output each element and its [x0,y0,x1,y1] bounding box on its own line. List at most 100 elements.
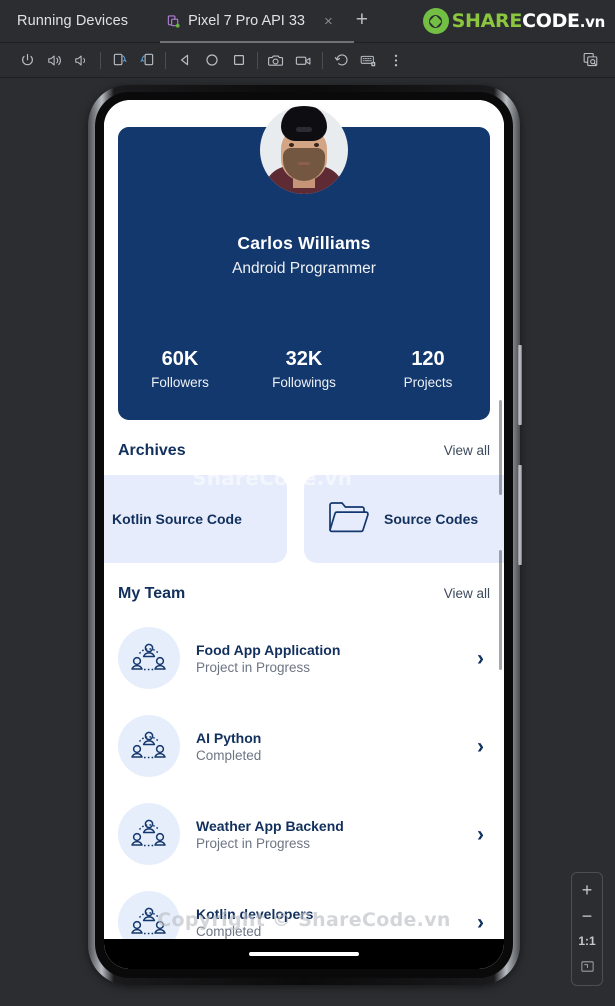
triangle-back-icon [178,53,192,67]
brand-text-code: CODE [522,10,580,32]
square-overview-icon [232,53,246,67]
list-item[interactable]: Food App Application Project in Progress… [118,614,490,702]
team-item-status: Completed [196,747,262,763]
chevron-right-icon[interactable]: › [477,824,490,845]
screenshot-button[interactable] [263,47,290,73]
my-team-list: Food App Application Project in Progress… [118,614,490,966]
phone-frame: Carlos Williams Android Programmer 60K F… [88,85,522,985]
tab-label: Pixel 7 Pro API 33 [188,13,305,29]
fit-to-window-button[interactable] [572,953,602,979]
keyboard-icon [360,53,377,68]
profile-name: Carlos Williams [237,233,371,253]
archives-section-header: Archives View all [118,442,490,460]
team-item-status: Project in Progress [196,835,311,851]
toolbar-separator [257,51,258,69]
tool-window-title: Running Devices [17,13,129,29]
overview-button[interactable] [225,47,252,73]
archives-carousel[interactable]: Kotlin Source Code Source Codes [104,475,504,563]
volume-down-button[interactable] [68,47,95,73]
team-item-title: Kotlin developers [196,905,314,922]
fit-screen-icon [580,959,595,974]
team-item-title: Weather App Backend [196,817,344,834]
power-side-button[interactable] [518,465,522,565]
team-group-icon [118,627,180,689]
zoom-out-button[interactable]: − [572,903,602,929]
user-photo-avatar [260,106,348,194]
actual-size-button[interactable]: 1:1 [572,929,602,953]
team-item-title: Food App Application [196,641,341,658]
team-item-status: Project in Progress [196,659,311,675]
team-item-text: Food App Application Project in Progress [196,642,461,675]
my-team-title: My Team [118,585,186,602]
stat-value: 120 [411,348,445,370]
toolbar-separator [322,51,323,69]
zoom-controls: + − 1:1 [571,872,603,986]
new-tab-plus-icon[interactable]: + [352,9,372,33]
stat-followings: 32K Followings [262,347,346,390]
kebab-menu-icon [394,53,398,68]
close-icon[interactable]: × [321,12,336,31]
avatar [260,106,348,194]
folder-icon [328,500,370,539]
brand-text-share: SHARE [451,10,523,32]
record-screen-button[interactable] [290,47,317,73]
archive-card-label: Kotlin Source Code [112,511,242,527]
circle-home-icon [205,53,219,67]
list-item[interactable]: Weather App Backend Project in Progress … [118,790,490,878]
archives-view-all-link[interactable]: View all [444,443,490,458]
volume-up-button[interactable] [41,47,68,73]
volume-rocker[interactable] [518,345,522,425]
brand-wordmark: SHARECODE.vn [451,10,606,32]
toolbar-separator [165,51,166,69]
back-button[interactable] [171,47,198,73]
hardware-input-button[interactable] [355,47,382,73]
rotate-left-icon [112,52,128,68]
toolbar-separator [100,51,101,69]
profile-card: Carlos Williams Android Programmer 60K F… [118,106,490,420]
home-button[interactable] [198,47,225,73]
app-content: Carlos Williams Android Programmer 60K F… [104,100,504,969]
layout-inspect-icon [583,52,600,68]
sharecode-logo-icon [422,8,449,34]
rotate-right-button[interactable] [133,47,160,73]
my-team-section-header: My Team View all [118,585,490,603]
chevron-right-icon[interactable]: › [477,736,490,757]
more-options-button[interactable] [382,47,409,73]
home-gesture-pill[interactable] [249,952,359,956]
video-camera-icon [295,53,312,68]
power-button[interactable] [14,47,41,73]
tab-pixel-7-pro-api-33[interactable]: Pixel 7 Pro API 33 × [160,0,354,43]
team-item-status: Completed [196,923,262,939]
app-scrollbar-thumb[interactable] [499,550,502,670]
phone-bezel: Carlos Williams Android Programmer 60K F… [95,92,513,978]
stat-value: 32K [285,348,323,370]
list-item[interactable]: AI Python Completed › [118,702,490,790]
my-team-view-all-link[interactable]: View all [444,586,490,601]
app-scrollbar-thumb[interactable] [499,400,502,495]
history-rewind-icon [334,52,350,68]
device-history-button[interactable] [328,47,355,73]
archive-card-kotlin-source-code[interactable]: Kotlin Source Code [104,475,287,563]
volume-down-icon [74,53,90,68]
sharecode-brand-logo: SHARECODE.vn [422,7,606,35]
ui-inspector-button[interactable] [578,47,605,73]
team-group-icon [118,715,180,777]
device-stage: Carlos Williams Android Programmer 60K F… [0,78,615,1006]
archive-card-label: Source Codes [384,511,479,527]
stat-label: Followings [272,375,336,390]
team-item-title: AI Python [196,729,262,746]
android-navigation-bar [104,939,504,969]
zoom-in-button[interactable]: + [572,877,602,903]
brand-text-tld: .vn [579,13,606,31]
rotate-left-button[interactable] [106,47,133,73]
chevron-right-icon[interactable]: › [477,912,490,933]
device-screen[interactable]: Carlos Williams Android Programmer 60K F… [104,100,504,969]
chevron-right-icon[interactable]: › [477,648,490,669]
volume-up-icon [47,53,63,68]
android-studio-running-devices-window: Running Devices Pixel 7 Pro API 33 × + S… [0,0,615,1006]
stat-label: Projects [403,375,453,390]
stat-label: Followers [151,375,209,390]
power-icon [20,53,35,68]
camera-icon [268,53,285,68]
archive-card-source-codes[interactable]: Source Codes [304,475,504,563]
